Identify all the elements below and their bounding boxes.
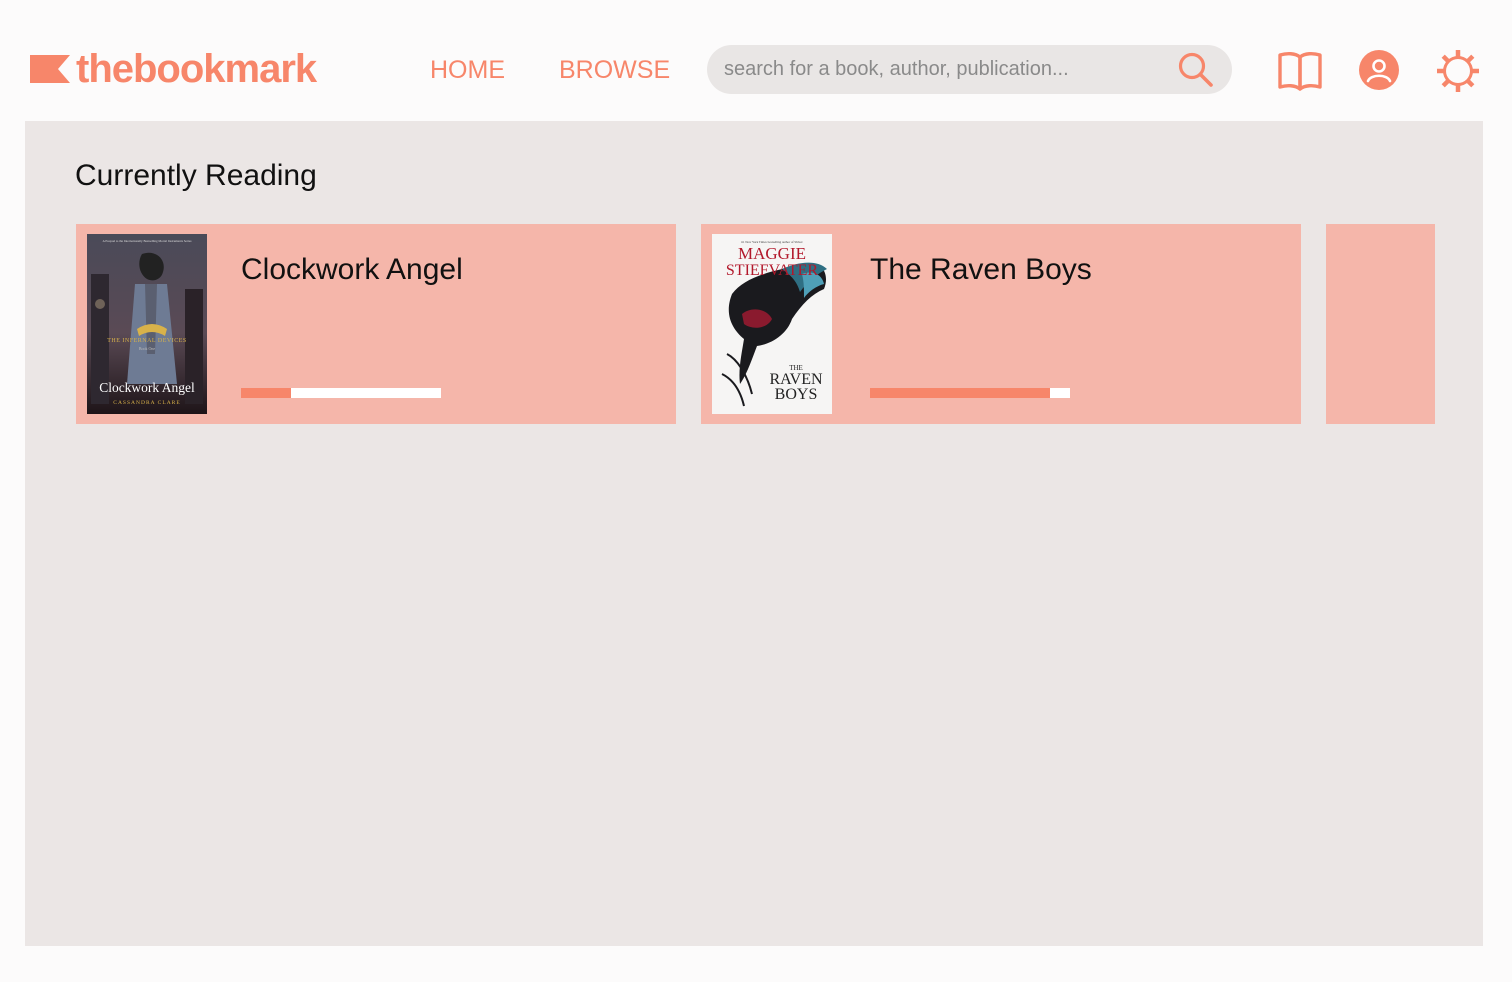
gear-icon[interactable] [1435,48,1481,94]
cover-author-first: MAGGIE [738,244,806,263]
main-content: Currently Reading A Prequel to the Inter… [25,121,1483,946]
progress-fill [870,388,1050,398]
cover-book-number: Book One [139,346,156,351]
book-open-icon[interactable] [1277,48,1323,94]
bookmark-flag-icon [30,55,70,83]
header: thebookmark HOME BROWSE [0,0,1512,121]
logo-text: thebookmark [76,47,317,91]
cover-title-boys: BOYS [775,386,818,403]
section-title: Currently Reading [75,159,317,192]
progress-bar [870,388,1070,398]
search-bar [707,45,1232,94]
book-cover: #1 New York Times bestselling author of … [712,234,832,414]
nav-home-link[interactable]: HOME [430,54,505,86]
book-card-partial[interactable] [1326,224,1435,424]
book-cover: A Prequel to the Internationally Bestsel… [87,234,207,414]
logo[interactable]: thebookmark [30,44,317,94]
progress-fill [241,388,291,398]
user-icon[interactable] [1357,48,1403,94]
book-card[interactable]: #1 New York Times bestselling author of … [701,224,1301,424]
search-input[interactable] [724,45,1164,94]
book-card[interactable]: A Prequel to the Internationally Bestsel… [76,224,676,424]
cover-title: Clockwork Angel [99,380,195,395]
book-title: Clockwork Angel [241,253,463,286]
cover-author: CASSANDRA CLARE [113,400,180,406]
cover-series: THE INFERNAL DEVICES [107,338,186,344]
cover-author-last: STIEFVATER [726,262,818,279]
book-title: The Raven Boys [870,253,1092,286]
cover-tagline: A Prequel to the Internationally Bestsel… [102,239,192,243]
nav-browse-link[interactable]: BROWSE [559,54,670,86]
progress-bar [241,388,441,398]
search-icon[interactable] [1177,51,1215,89]
